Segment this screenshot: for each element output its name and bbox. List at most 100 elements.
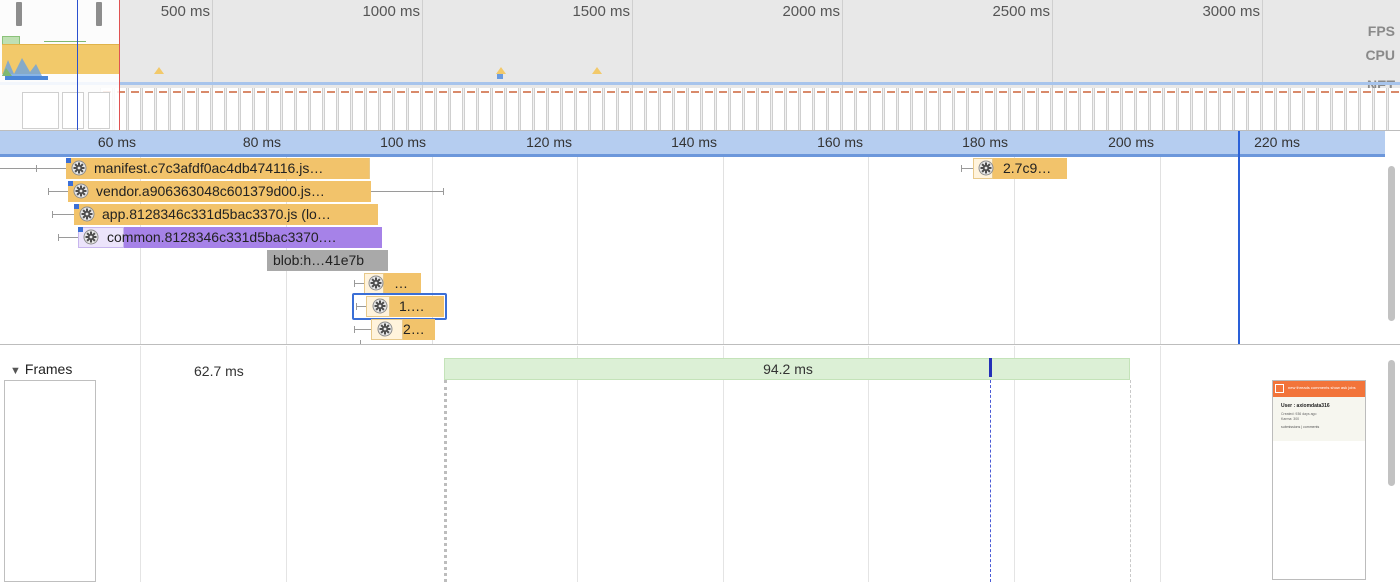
event-bar-vendor[interactable]: vendor.a906363048c601379d00.js… [68,181,371,202]
triangle-down-icon[interactable]: ▼ [10,365,21,377]
event-label: vendor.a906363048c601379d00.js… [96,183,325,199]
overview-frame-cell [1066,88,1079,130]
overview-frame-cell [688,88,701,130]
ruler-tick: 100 ms [380,134,426,150]
overview-frame-cell [870,88,883,130]
event-whisker-end [48,188,49,195]
overview-frame-cell [338,88,351,130]
selected-event-outline [352,293,447,320]
event-whisker-end [360,340,361,344]
overview-frame-cell [660,88,673,130]
net-request-bar [5,76,48,80]
overview-frame-cell [786,88,799,130]
frames-gridline [1160,346,1161,582]
gear-icon [368,275,384,291]
event-label: … [394,275,408,291]
net-activity-line [0,82,1400,85]
overview-frame-cell [394,88,407,130]
screenshot-nav: new threads comments show ask jobs [1288,385,1356,390]
event-bar-chunk-a[interactable]: … [384,273,421,294]
overview-frame-cell [1262,88,1275,130]
overview-frame-cell [562,88,575,130]
overview-frame-cell [576,88,589,130]
overview-frame-cell [772,88,785,130]
overview-frame-cell [1374,88,1387,130]
event-whisker-end [52,211,53,218]
overview-frame-cell [1304,88,1317,130]
frames-gridline [868,346,869,582]
overview-frame-cell [1388,88,1400,130]
overview-frame-cell [618,88,631,130]
overview-frame-cell [632,88,645,130]
ruler-tick: 140 ms [671,134,717,150]
screenshot-user: User : axiomdata316 [1281,403,1330,409]
overview-frame-cell [604,88,617,130]
event-bar-app[interactable]: app.8128346c331d5bac3370.js (lo… [74,204,378,225]
overview-frame-cell [1248,88,1261,130]
event-whisker-end [36,165,37,172]
overview-frame-cell [184,88,197,130]
overview-frame-cell [1024,88,1037,130]
screenshot-links: submissions | comments [1281,425,1320,429]
gear-icon [79,206,95,222]
overview-frame-cell [156,88,169,130]
frames-gridline [577,346,578,582]
overview-frame-cell [954,88,967,130]
event-bar-manifest[interactable]: manifest.c7c3afdf0ac4db474116.js… [66,158,369,179]
overview-frame-cell [1080,88,1093,130]
overview-frame-cell [716,88,729,130]
gear-icon [377,321,393,337]
event-bar-chunk-7c9[interactable]: 2.7c9… [993,158,1067,179]
overview-frame-thumb [88,92,110,129]
ruler-tick: 220 ms [1254,134,1300,150]
overview-frame-cell [968,88,981,130]
frame-boundary [444,380,447,582]
frames-panel[interactable]: ▼ Frames 62.7 ms 94.2 ms new threads comm… [0,346,1400,582]
flame-scrollbar[interactable] [1388,166,1395,321]
cpu-activity-blip [592,67,602,74]
event-bar-blob[interactable]: blob:h…41e7b [267,250,388,271]
frames-time-cursor-line [990,380,991,582]
cpu-activity-blip [154,67,164,74]
overview-frame-cell [982,88,995,130]
overview-frame-cell [142,88,155,130]
event-label: common.8128346c331d5bac3370.… [107,229,337,245]
overview-frame-cell [1276,88,1289,130]
overview-frame-cell [534,88,547,130]
frames-track-header[interactable]: ▼ Frames [10,361,72,377]
frame-boundary [1130,380,1131,582]
overview-tick: 3000 ms [1202,3,1260,20]
timeline-overview[interactable]: 500 ms 1000 ms 1500 ms 2000 ms 2500 ms 3… [0,0,1400,131]
event-bar-chunk-2[interactable]: 2… [403,319,435,340]
overview-frame-cell [422,88,435,130]
selection-right-handle[interactable] [96,2,102,26]
event-label: app.8128346c331d5bac3370.js (lo… [102,206,331,222]
flame-chart-panel[interactable]: 60 ms 80 ms 100 ms 120 ms 140 ms 160 ms … [0,131,1400,345]
long-frame-block[interactable]: 94.2 ms [444,358,1130,380]
overview-frame-cell [940,88,953,130]
frames-gridline [140,346,141,582]
time-ruler[interactable]: 60 ms 80 ms 100 ms 120 ms 140 ms 160 ms … [0,131,1385,157]
selection-left-handle[interactable] [16,2,22,26]
frames-scrollbar[interactable] [1388,360,1395,486]
overview-frame-cell [282,88,295,130]
overview-frame-cell [408,88,421,130]
overview-frame-cell [492,88,505,130]
frame-screenshot[interactable]: new threads comments show ask jobs User … [1272,380,1366,580]
overview-frame-cell [1332,88,1345,130]
overview-frame-cell [1318,88,1331,130]
overview-frame-cell [128,88,141,130]
cpu-activity-blip [496,67,506,74]
flame-gridline [868,131,869,344]
frame-screenshot-blank[interactable] [4,380,96,582]
overview-frame-cell [1346,88,1359,130]
event-whisker-end [961,165,962,172]
fps-line [44,41,86,45]
panel-splitter[interactable]: ... [690,339,703,344]
event-whisker [354,283,364,284]
overview-frame-cell [1094,88,1107,130]
flame-time-cursor [1238,131,1240,344]
overview-frame-cell [170,88,183,130]
overview-frame-cell [324,88,337,130]
overview-frame-cell [912,88,925,130]
